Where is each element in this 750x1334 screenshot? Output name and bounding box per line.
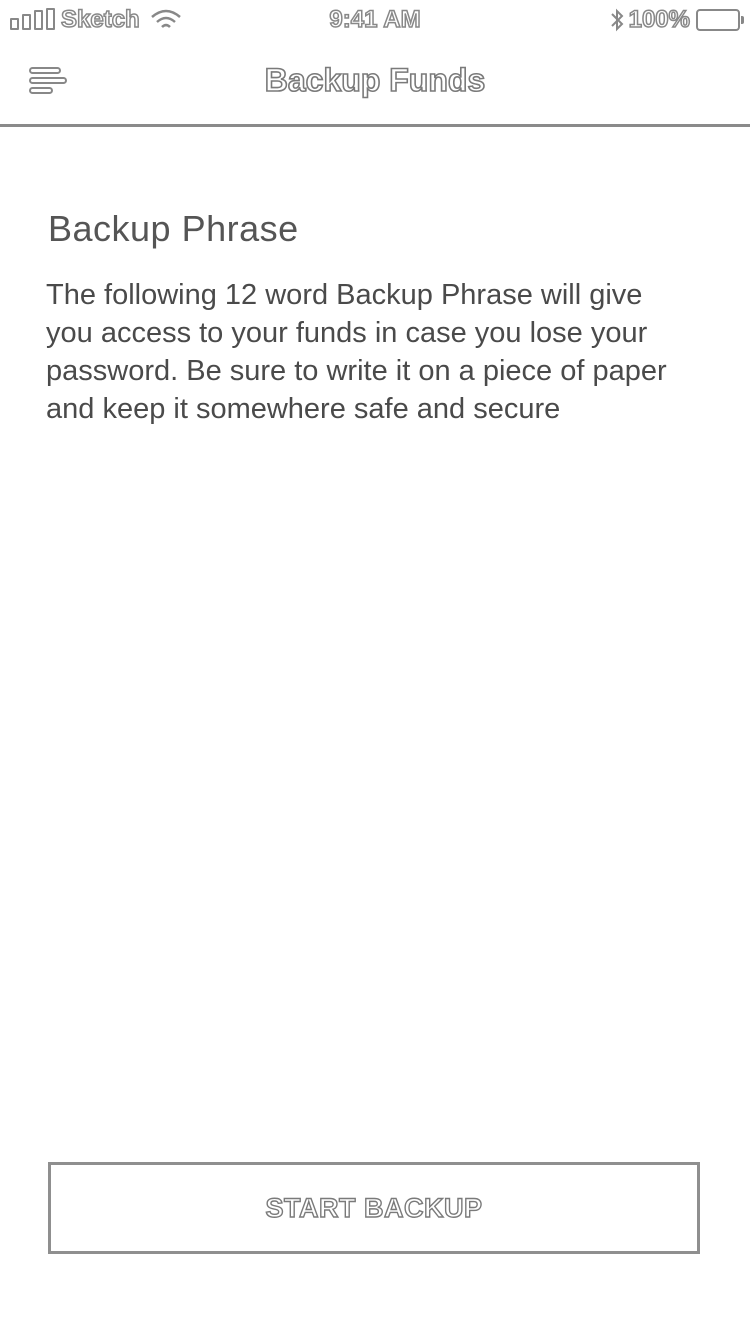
nav-bar: Backup Funds <box>0 44 750 127</box>
battery-percentage: 100% <box>628 5 691 34</box>
bluetooth-icon <box>610 8 624 32</box>
status-bar: Sketch 9:41 AM 100% <box>0 0 750 44</box>
page-title: Backup Funds <box>264 61 486 99</box>
section-heading: Backup Phrase <box>48 208 299 249</box>
battery-icon <box>696 9 744 31</box>
backup-description: The following 12 word Backup Phrase will… <box>46 279 667 425</box>
status-bar-right: 100% <box>609 5 744 34</box>
start-backup-button[interactable]: START BACKUP <box>48 1162 700 1254</box>
